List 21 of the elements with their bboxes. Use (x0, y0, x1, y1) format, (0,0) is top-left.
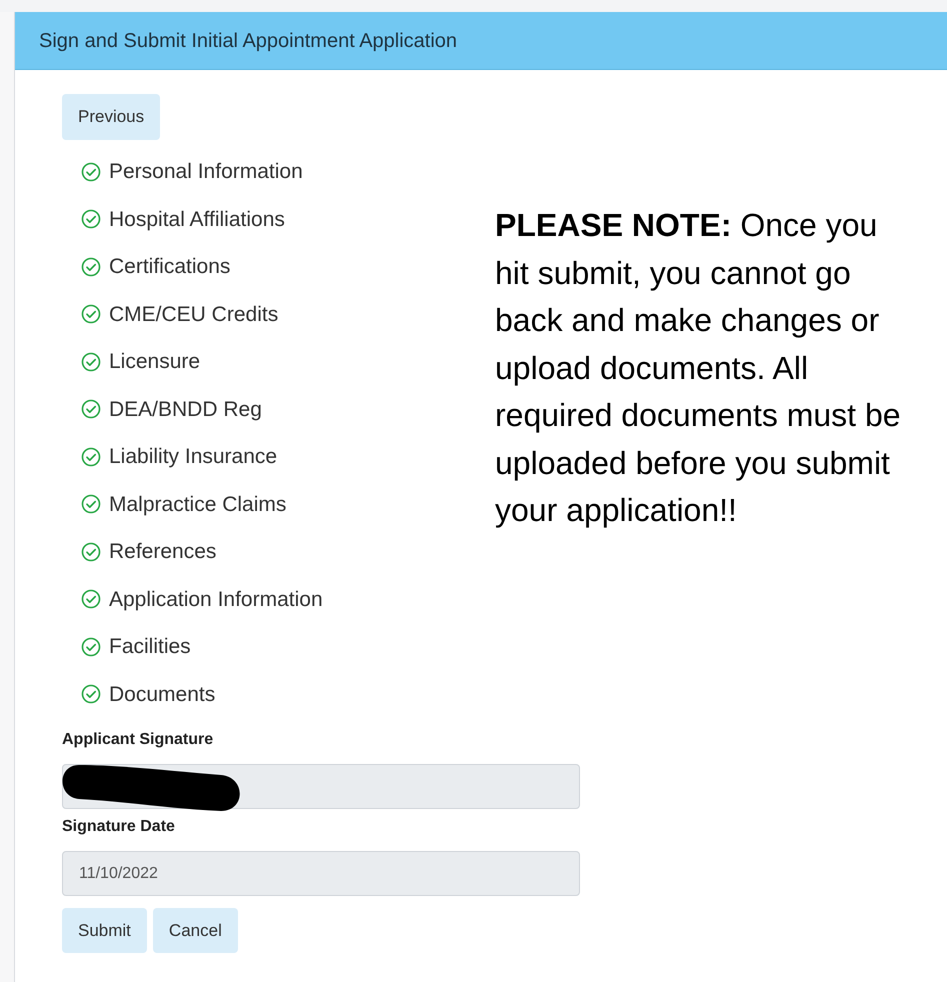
step-label: Certifications (109, 254, 230, 280)
step-label: Liability Insurance (109, 444, 278, 470)
step-label: Documents (109, 682, 216, 708)
submit-button[interactable]: Submit (62, 908, 147, 953)
step-label: Application Information (109, 586, 323, 612)
step-label: Licensure (109, 349, 200, 375)
previous-button[interactable]: Previous (62, 94, 160, 140)
field-label: Signature Date (62, 817, 176, 837)
input-field[interactable] (62, 764, 580, 809)
step-label: Facilities (109, 634, 191, 660)
cancel-button[interactable]: Cancel (152, 908, 238, 953)
note-text: PLEASE NOTE: Once you hit submit, you cannot go back and make changes or upload documents. All required documents must be uploaded before you submit your application!! (495, 206, 902, 530)
step-label: Personal Information (109, 159, 303, 185)
step-label: References (109, 539, 216, 565)
step-label: CME/CEU Credits (109, 302, 278, 328)
step-label: Hospital Affiliations (109, 206, 285, 232)
field-label: Applicant Signature (62, 730, 214, 750)
step-label: DEA/BNDD Reg (109, 396, 262, 422)
panel-title: Sign and Submit Initial Appointment Application (39, 28, 458, 54)
input-field[interactable]: 11/10/2022 (62, 851, 580, 896)
step-label: Malpractice Claims (109, 492, 286, 518)
